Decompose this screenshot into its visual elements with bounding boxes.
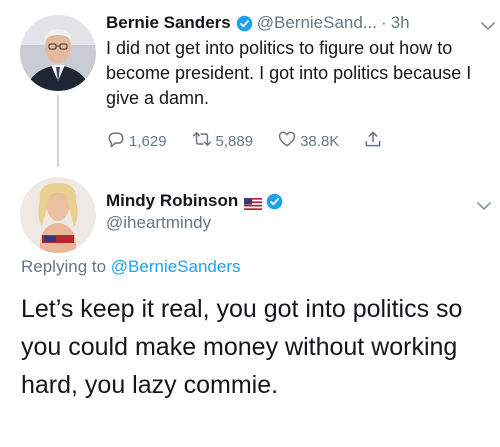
replying-to-label: Replying to bbox=[21, 257, 111, 276]
retweet-button[interactable]: 5,889 bbox=[191, 129, 254, 153]
chevron-down-icon[interactable] bbox=[480, 18, 496, 30]
reply-button[interactable]: 1,629 bbox=[106, 129, 167, 153]
like-count: 38.8K bbox=[300, 132, 340, 150]
tweet-action-bar: 1,629 5,889 38.8K bbox=[106, 130, 410, 152]
verified-badge-icon bbox=[266, 193, 283, 210]
chevron-down-icon[interactable] bbox=[476, 198, 492, 210]
thread-connector-line bbox=[57, 95, 59, 167]
reply-author-name[interactable]: Mindy Robinson bbox=[106, 191, 238, 211]
like-button[interactable]: 38.8K bbox=[277, 129, 339, 153]
mindy-avatar[interactable] bbox=[20, 177, 96, 253]
reply-icon bbox=[106, 129, 129, 153]
tweet-text: I did not get into politics to figure ou… bbox=[106, 38, 472, 108]
share-icon bbox=[363, 129, 386, 153]
retweet-count: 5,889 bbox=[215, 132, 254, 150]
separator-dot: · bbox=[381, 13, 387, 32]
reply-tweet-text: Let’s keep it real, you got into politic… bbox=[21, 295, 463, 399]
bernie-avatar[interactable] bbox=[20, 15, 96, 91]
reply-author-handle[interactable]: @iheartmindy bbox=[106, 213, 211, 233]
heart-icon bbox=[277, 129, 300, 153]
retweet-icon bbox=[191, 129, 216, 153]
tweet-timestamp[interactable]: 3h bbox=[391, 13, 410, 33]
verified-badge-icon bbox=[236, 15, 253, 32]
reply-count: 1,629 bbox=[129, 132, 167, 150]
replying-to-line: Replying to @BernieSanders bbox=[21, 257, 241, 277]
replying-to-mention-link[interactable]: @BernieSanders bbox=[111, 257, 241, 276]
tweet-header: Bernie Sanders @BernieSand... · 3h bbox=[106, 11, 496, 35]
author-name[interactable]: Bernie Sanders bbox=[106, 13, 231, 33]
reply-header: Mindy Robinson bbox=[106, 191, 283, 211]
us-flag-icon bbox=[244, 195, 263, 210]
author-handle[interactable]: @BernieSand... bbox=[257, 13, 377, 33]
share-button[interactable] bbox=[363, 129, 386, 153]
